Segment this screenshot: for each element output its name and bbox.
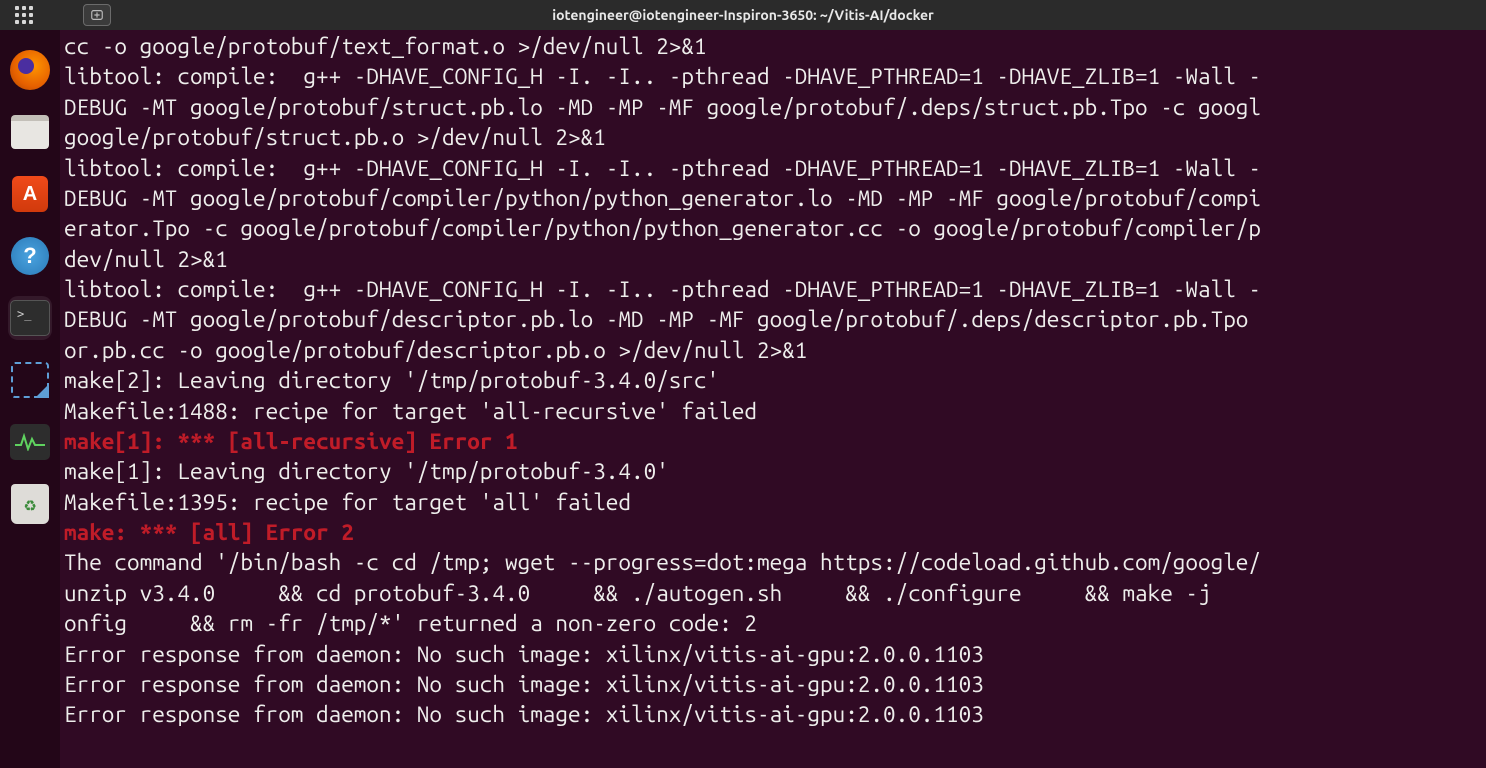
terminal-line: make[1]: *** [all-recursive] Error 1 — [64, 427, 1482, 457]
terminal-icon — [10, 300, 50, 336]
terminal-line: make: *** [all] Error 2 — [64, 518, 1482, 548]
terminal-line: unzip v3.4.0 && cd protobuf-3.4.0 && ./a… — [64, 579, 1482, 609]
terminal-line: make[1]: Leaving directory '/tmp/protobu… — [64, 457, 1482, 487]
new-tab-button[interactable] — [83, 4, 111, 26]
terminal-line: DEBUG -MT google/protobuf/compiler/pytho… — [64, 184, 1482, 214]
terminal-line: Makefile:1395: recipe for target 'all' f… — [64, 488, 1482, 518]
terminal-line: google/protobuf/struct.pb.o >/dev/null 2… — [64, 123, 1482, 153]
terminal-line: DEBUG -MT google/protobuf/descriptor.pb.… — [64, 305, 1482, 335]
terminal-line: Makefile:1488: recipe for target 'all-re… — [64, 397, 1482, 427]
terminal-line: Error response from daemon: No such imag… — [64, 640, 1482, 670]
dock-help[interactable]: ? — [8, 234, 52, 278]
activities-icon[interactable] — [15, 6, 33, 24]
terminal-line: make[2]: Leaving directory '/tmp/protobu… — [64, 366, 1482, 396]
window-titlebar: iotengineer@iotengineer-Inspiron-3650: ~… — [0, 0, 1486, 30]
terminal-line: dev/null 2>&1 — [64, 245, 1482, 275]
software-center-icon — [12, 176, 48, 212]
dock-system-monitor[interactable] — [8, 420, 52, 464]
terminal-line: or.pb.cc -o google/protobuf/descriptor.p… — [64, 336, 1482, 366]
dock: ? — [0, 30, 60, 768]
terminal-line: The command '/bin/bash -c cd /tmp; wget … — [64, 548, 1482, 578]
dock-files[interactable] — [8, 110, 52, 154]
screenshot-icon — [11, 362, 49, 398]
firefox-icon — [10, 50, 50, 90]
dock-trash[interactable] — [8, 482, 52, 526]
dock-firefox[interactable] — [8, 48, 52, 92]
terminal-line: Error response from daemon: No such imag… — [64, 670, 1482, 700]
terminal-line: libtool: compile: g++ -DHAVE_CONFIG_H -I… — [64, 62, 1482, 92]
terminal-line: libtool: compile: g++ -DHAVE_CONFIG_H -I… — [64, 275, 1482, 305]
files-icon — [11, 115, 49, 149]
terminal-line: erator.Tpo -c google/protobuf/compiler/p… — [64, 214, 1482, 244]
dock-software[interactable] — [8, 172, 52, 216]
new-tab-plus-icon — [90, 8, 104, 22]
help-icon: ? — [11, 237, 49, 275]
system-monitor-icon — [10, 424, 50, 460]
dock-screenshot[interactable] — [8, 358, 52, 402]
terminal-line: DEBUG -MT google/protobuf/struct.pb.lo -… — [64, 93, 1482, 123]
dock-terminal[interactable] — [8, 296, 52, 340]
terminal-line: libtool: compile: g++ -DHAVE_CONFIG_H -I… — [64, 154, 1482, 184]
terminal-line: cc -o google/protobuf/text_format.o >/de… — [64, 32, 1482, 62]
window-title: iotengineer@iotengineer-Inspiron-3650: ~… — [552, 7, 934, 23]
trash-icon — [11, 484, 49, 524]
terminal-output[interactable]: cc -o google/protobuf/text_format.o >/de… — [60, 30, 1486, 768]
terminal-line: onfig && rm -fr /tmp/*' returned a non-z… — [64, 609, 1482, 639]
terminal-line: Error response from daemon: No such imag… — [64, 700, 1482, 730]
